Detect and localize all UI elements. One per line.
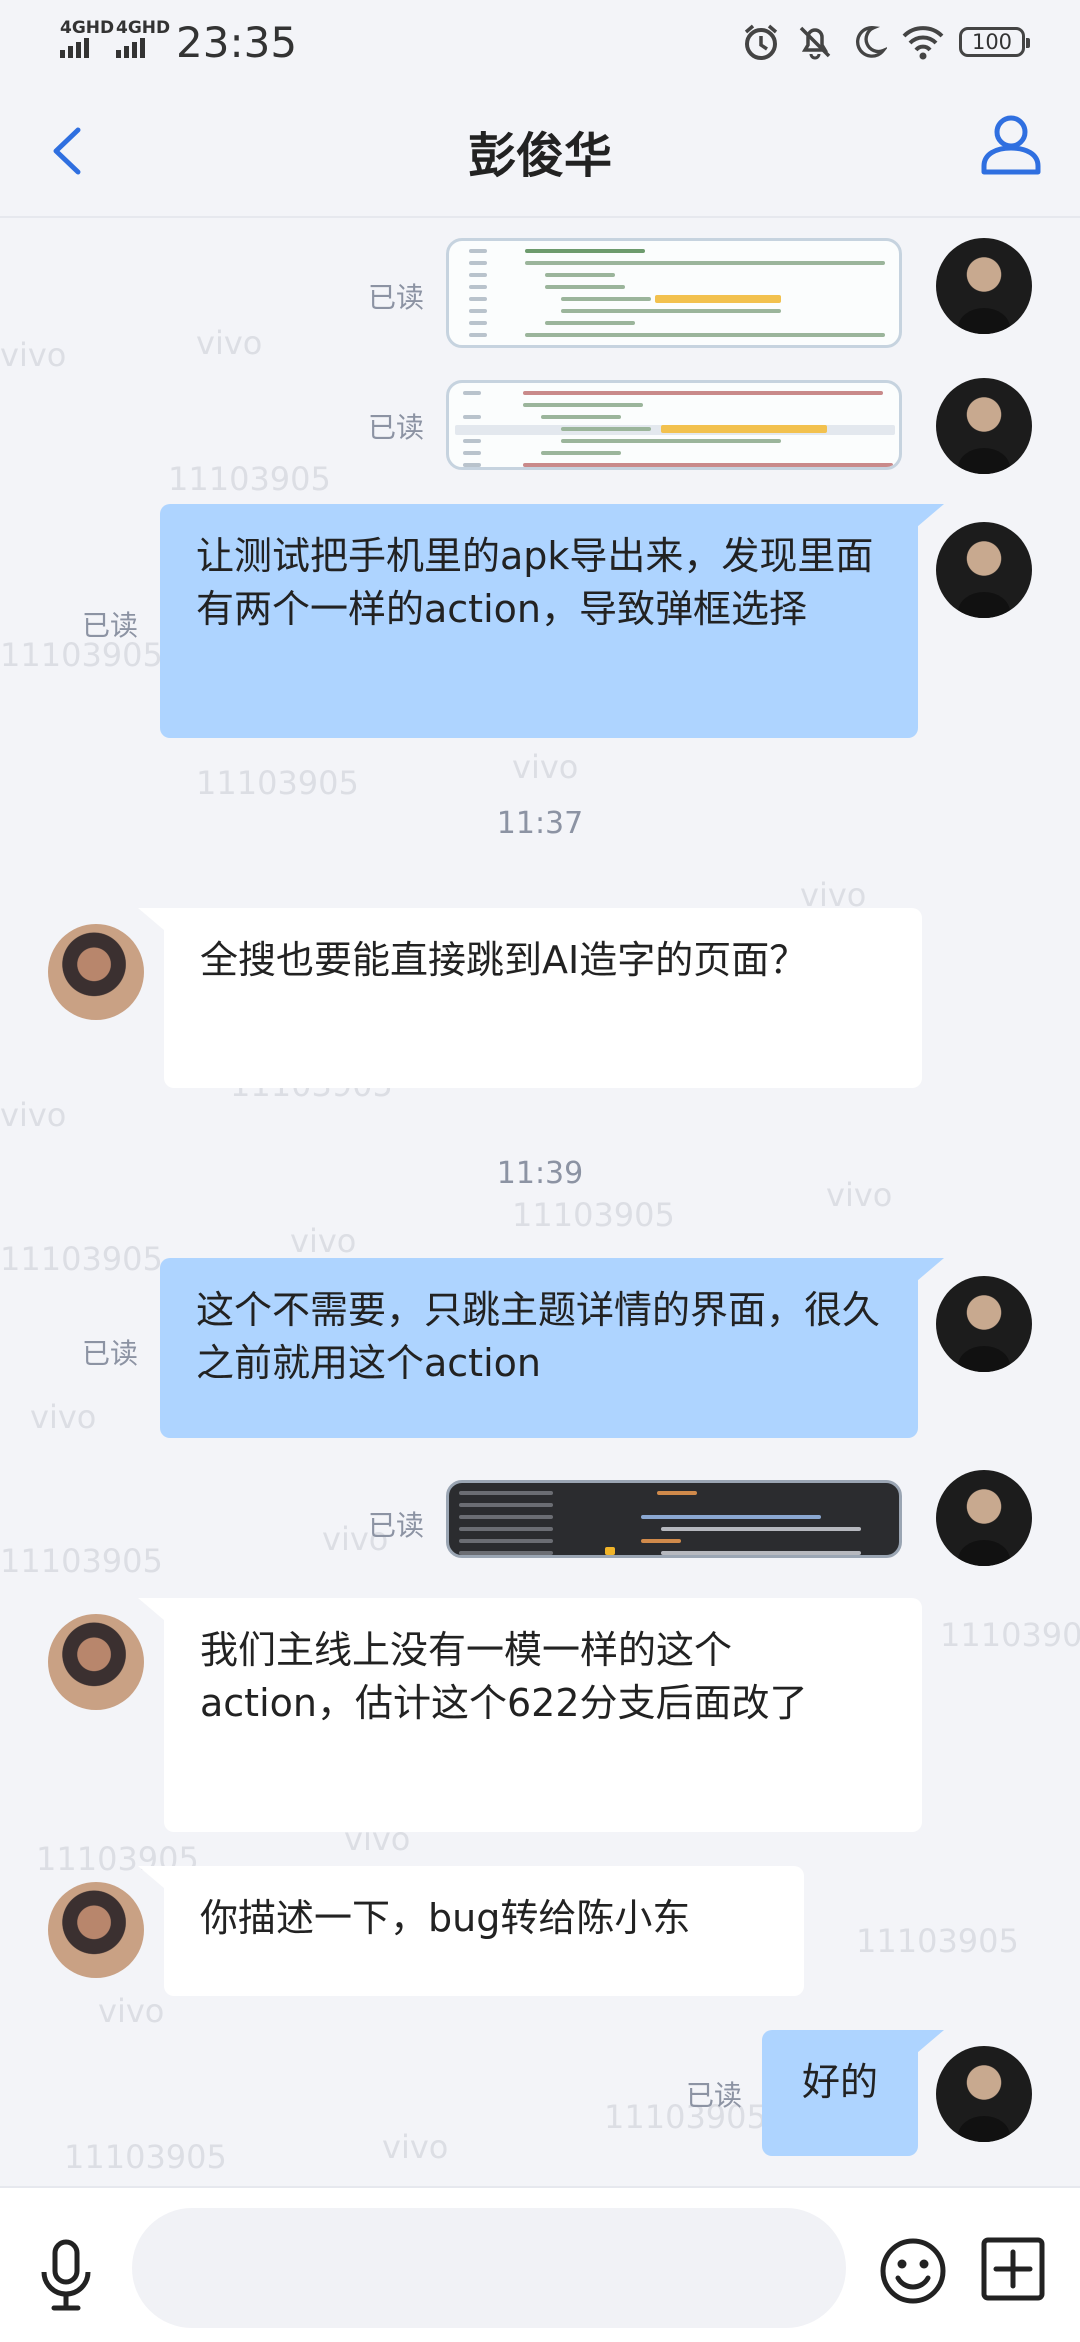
avatar-contact[interactable] xyxy=(48,924,144,1020)
mute-icon xyxy=(799,26,831,60)
alarm-icon xyxy=(744,24,778,60)
message-image[interactable] xyxy=(446,380,902,470)
message-image[interactable] xyxy=(446,238,902,348)
watermark: vivo xyxy=(290,1222,357,1260)
message-bubble-outgoing[interactable]: 让测试把手机里的apk导出来，发现里面有两个一样的action，导致弹框选择 xyxy=(160,504,944,738)
wifi-icon xyxy=(902,26,944,60)
watermark: vivo xyxy=(98,1992,165,2030)
composer-bar xyxy=(0,2186,1080,2342)
message-bubble-incoming[interactable]: 全搜也要能直接跳到AI造字的页面？ xyxy=(138,908,922,1088)
avatar-me[interactable] xyxy=(936,1470,1032,1566)
plus-square-icon xyxy=(981,2237,1045,2301)
watermark: vivo xyxy=(0,1096,67,1134)
message-bubble-outgoing[interactable]: 好的 xyxy=(762,2030,944,2156)
status-icons: 100 xyxy=(741,22,1030,62)
moon-icon xyxy=(856,26,887,58)
avatar-me[interactable] xyxy=(936,1276,1032,1372)
signal-bars-icon xyxy=(60,38,114,58)
message-image[interactable] xyxy=(446,1480,902,1558)
avatar-contact[interactable] xyxy=(48,1614,144,1710)
read-receipt: 已读 xyxy=(368,1509,425,1542)
signal-bars-icon xyxy=(116,38,170,58)
read-receipt: 已读 xyxy=(686,2079,743,2112)
watermark: 11103905 xyxy=(168,460,331,498)
emoji-button[interactable] xyxy=(878,2236,948,2306)
watermark: 11103905 xyxy=(0,1240,163,1278)
microphone-icon xyxy=(41,2239,91,2311)
avatar-contact[interactable] xyxy=(48,1882,144,1978)
battery-indicator: 100 xyxy=(959,27,1030,57)
watermark: 11103905 xyxy=(0,1542,163,1580)
network-type-label: 4GHD xyxy=(116,18,171,38)
page-title: 彭俊华 xyxy=(467,128,612,184)
contact-info-button[interactable] xyxy=(976,110,1046,186)
message-bubble-incoming[interactable]: 我们主线上没有一模一样的这个action，估计这个622分支后面改了 xyxy=(138,1598,922,1832)
watermark: vivo xyxy=(196,324,263,362)
avatar-me[interactable] xyxy=(936,378,1032,474)
watermark: vivo xyxy=(512,748,579,786)
status-bar: 4GHD 4GHD 23:35 100 xyxy=(0,0,1080,86)
read-receipt: 已读 xyxy=(82,1337,139,1370)
status-time: 23:35 xyxy=(176,18,298,67)
battery-level: 100 xyxy=(971,30,1013,54)
watermark: vivo xyxy=(382,2128,449,2166)
watermark: 11103905 xyxy=(512,1196,675,1234)
message-bubble-outgoing[interactable]: 这个不需要，只跳主题详情的界面，很久之前就用这个action xyxy=(160,1258,944,1438)
cellular-signal-2: 4GHD xyxy=(116,18,170,58)
avatar-me[interactable] xyxy=(936,2046,1032,2142)
watermark: vivo xyxy=(30,1398,97,1436)
watermark: 11103905 xyxy=(856,1922,1019,1960)
read-receipt: 已读 xyxy=(368,411,425,444)
more-options-button[interactable] xyxy=(980,2236,1046,2302)
header-divider xyxy=(0,216,1080,218)
avatar-me[interactable] xyxy=(936,522,1032,618)
watermark: 11103905 xyxy=(64,2138,227,2176)
person-icon xyxy=(981,115,1041,175)
time-separator: 11:39 xyxy=(496,1156,584,1191)
time-separator: 11:37 xyxy=(496,806,584,841)
message-bubble-incoming[interactable]: 你描述一下，bug转给陈小东 xyxy=(138,1866,804,1996)
network-type-label: 4GHD xyxy=(60,18,115,38)
watermark: vivo xyxy=(0,336,67,374)
cellular-signal-1: 4GHD xyxy=(60,18,114,58)
read-receipt: 已读 xyxy=(82,609,139,642)
watermark: 11103905 xyxy=(196,764,359,802)
message-input[interactable] xyxy=(132,2208,846,2328)
avatar-me[interactable] xyxy=(936,238,1032,334)
emoji-icon xyxy=(880,2238,946,2304)
voice-input-button[interactable] xyxy=(36,2238,96,2312)
chat-header: 彭俊华 xyxy=(0,86,1080,216)
watermark: 11103905 xyxy=(940,1616,1080,1654)
read-receipt: 已读 xyxy=(368,281,425,314)
